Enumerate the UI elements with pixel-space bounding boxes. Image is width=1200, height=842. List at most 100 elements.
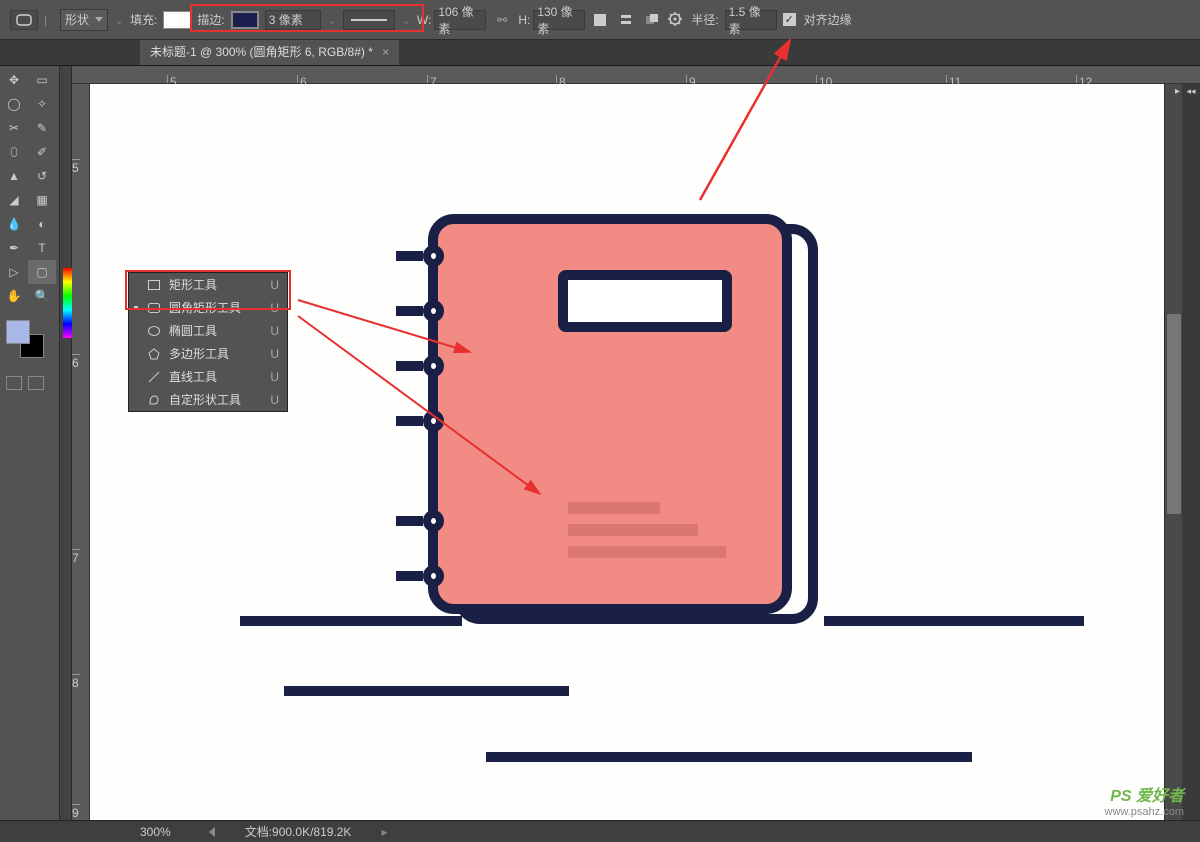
flyout-line[interactable]: 直线工具 U — [129, 365, 287, 388]
path-op-icons — [591, 11, 661, 29]
align-edges-checkbox[interactable]: ✓ — [783, 13, 796, 26]
flyout-rectangle[interactable]: 矩形工具 U — [129, 273, 287, 296]
history-brush-tool[interactable]: ↺ — [28, 164, 56, 188]
shortcut-key: U — [270, 324, 279, 338]
chevron-down-icon — [95, 17, 103, 22]
custom-shape-icon — [147, 393, 161, 407]
lasso-tool[interactable]: ◯ — [0, 92, 28, 116]
height-input[interactable]: 130 像素 — [533, 10, 585, 30]
art-line — [486, 752, 972, 762]
eraser-tool[interactable]: ◢ — [0, 188, 28, 212]
ruler-horizontal[interactable]: 5 6 7 8 9 10 11 12 — [72, 66, 1200, 84]
color-swatches[interactable] — [6, 320, 44, 358]
artboard-tool[interactable]: ▭ — [28, 68, 56, 92]
zoom-tool[interactable]: 🔍 — [28, 284, 56, 308]
arrange-icon[interactable] — [643, 11, 661, 29]
screenmode-icon[interactable] — [28, 376, 44, 390]
line-tool-icon — [147, 370, 161, 384]
width-group: W: 106 像素 — [417, 10, 486, 30]
shortcut-key: U — [270, 301, 279, 315]
path-select-tool[interactable]: ▷ — [0, 260, 28, 284]
stroke-swatch[interactable] — [231, 11, 259, 29]
foreground-swatch[interactable] — [6, 320, 30, 344]
status-bar: 300% 文档:900.0K/819.2K ▸ — [0, 820, 1200, 842]
mode-label: 形状 — [65, 11, 89, 28]
flyout-ellipse[interactable]: 椭圆工具 U — [129, 319, 287, 342]
art-line — [240, 616, 462, 626]
document-tabs: 未标题-1 @ 300% (圆角矩形 6, RGB/8#) * × — [0, 40, 1200, 66]
w-label: W: — [417, 13, 431, 27]
watermark-brand: PS 爱好者 — [1105, 782, 1184, 806]
toolbox: ✥ ▭ ◯ ✧ ✂ ✎ ⬯ ✐ ▲ ↺ ◢ ▦ 💧 ◐ ✒ T — [0, 66, 60, 820]
height-group: H: 130 像素 — [518, 10, 585, 30]
move-tool[interactable]: ✥ — [0, 68, 28, 92]
close-icon[interactable]: × — [382, 45, 389, 59]
shortcut-key: U — [270, 370, 279, 384]
panel-dock[interactable]: ◂◂ — [1182, 84, 1200, 820]
stroke-style-dropdown[interactable] — [343, 10, 395, 30]
magic-wand-tool[interactable]: ✧ — [28, 92, 56, 116]
art-line — [824, 616, 1084, 626]
patch-tool[interactable]: ⬯ — [0, 140, 28, 164]
flyout-polygon[interactable]: 多边形工具 U — [129, 342, 287, 365]
watermark-url: www.psahz.com — [1105, 806, 1184, 818]
toolbox-gutter — [60, 66, 72, 820]
chevron-left-icon[interactable]: ◂◂ — [1182, 84, 1200, 97]
ring — [396, 564, 444, 588]
stroke-width-input[interactable]: 3 像素 — [265, 10, 321, 30]
ring — [396, 409, 444, 433]
hand-tool[interactable]: ✋ — [0, 284, 28, 308]
gear-icon[interactable] — [667, 11, 685, 29]
chevron-down-icon: ⌄ — [114, 13, 124, 27]
color-strip — [63, 268, 73, 338]
expand-arrow-icon[interactable]: ▸ — [1175, 86, 1180, 97]
flyout-custom-shape[interactable]: 自定形状工具 U — [129, 388, 287, 411]
shortcut-key: U — [270, 278, 279, 292]
shape-tool[interactable]: ▢ — [28, 260, 56, 284]
ring — [396, 244, 444, 268]
canvas-row: 5 6 7 8 9 — [72, 84, 1200, 820]
width-input[interactable]: 106 像素 — [434, 10, 486, 30]
ruler-vertical[interactable]: 5 6 7 8 9 — [72, 84, 90, 820]
link-icon[interactable]: ⚯ — [492, 10, 512, 30]
stamp-tool[interactable]: ▲ — [0, 164, 28, 188]
active-dot-icon — [134, 306, 138, 310]
blur-tool[interactable]: 💧 — [0, 212, 28, 236]
watermark: PS 爱好者 www.psahz.com — [1105, 782, 1184, 818]
chevron-right-icon[interactable]: ▸ — [381, 825, 387, 839]
eyedropper-tool[interactable]: ✎ — [28, 116, 56, 140]
radius-input[interactable]: 1.5 像素 — [725, 10, 777, 30]
align-icon[interactable] — [617, 11, 635, 29]
fill-label: 填充: — [130, 11, 157, 28]
type-tool[interactable]: T — [28, 236, 56, 260]
path-op-icon[interactable] — [591, 11, 609, 29]
tool-preset-icon[interactable] — [10, 10, 38, 30]
art-line — [284, 686, 569, 696]
canvas[interactable] — [90, 84, 1164, 820]
fill-swatch[interactable] — [163, 11, 191, 29]
brush-tool[interactable]: ✐ — [28, 140, 56, 164]
ellipse-icon — [147, 324, 161, 338]
shape-tool-flyout: 矩形工具 U 圆角矩形工具 U 椭圆工具 U 多边形工具 U 直线工具 U 自定… — [128, 272, 288, 412]
scroll-thumb[interactable] — [1167, 314, 1181, 514]
pen-tool[interactable]: ✒ — [0, 236, 28, 260]
notebook-label — [558, 270, 732, 332]
align-edges-label: 对齐边缘 — [804, 11, 852, 28]
doc-info: 文档:900.0K/819.2K — [245, 823, 352, 840]
notebook-textline — [568, 502, 660, 514]
zoom-field[interactable]: 300% — [140, 825, 171, 839]
dodge-tool[interactable]: ◐ — [28, 212, 56, 236]
divider: | — [44, 13, 54, 27]
mode-dropdown[interactable]: 形状 — [60, 9, 108, 31]
scroll-left-icon[interactable] — [209, 827, 215, 837]
ring — [396, 354, 444, 378]
notebook-textline — [568, 546, 726, 558]
polygon-icon — [147, 347, 161, 361]
quickmask-icon[interactable] — [6, 376, 22, 390]
flyout-rounded-rectangle[interactable]: 圆角矩形工具 U — [129, 296, 287, 319]
gradient-tool[interactable]: ▦ — [28, 188, 56, 212]
document-tab[interactable]: 未标题-1 @ 300% (圆角矩形 6, RGB/8#) * × — [140, 38, 399, 65]
main: ✥ ▭ ◯ ✧ ✂ ✎ ⬯ ✐ ▲ ↺ ◢ ▦ 💧 ◐ ✒ T — [0, 66, 1200, 820]
vertical-scrollbar[interactable]: ▸ — [1164, 84, 1182, 820]
crop-tool[interactable]: ✂ — [0, 116, 28, 140]
